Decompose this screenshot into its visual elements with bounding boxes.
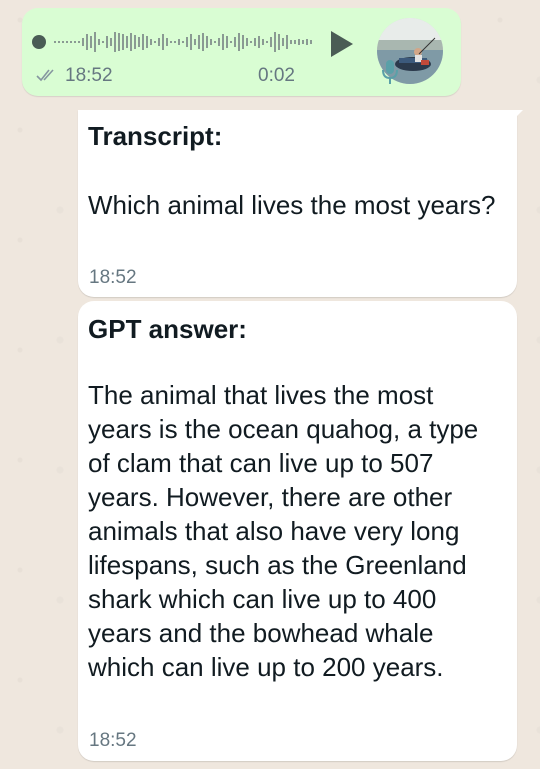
answer-text: The animal that lives the most years is … — [88, 380, 479, 682]
voice-waveform[interactable] — [50, 30, 318, 54]
voice-message-time: 18:52 — [65, 65, 113, 86]
answer-time: 18:52 — [89, 730, 137, 751]
answer-message-bubble: GPT answer: The animal that lives the mo… — [78, 301, 517, 761]
transcript-heading: Transcript: — [88, 121, 223, 151]
microphone-icon — [382, 60, 398, 84]
transcript-message-bubble: Transcript: Which animal lives the most … — [78, 110, 523, 297]
voice-message-duration: 0:02 — [258, 65, 295, 86]
transcript-time: 18:52 — [89, 267, 137, 288]
playback-position-handle[interactable] — [32, 35, 46, 49]
answer-heading: GPT answer: — [88, 314, 247, 344]
double-check-icon — [36, 69, 54, 82]
voice-message-bubble: 18:52 0:02 — [22, 8, 461, 96]
play-icon[interactable] — [325, 28, 357, 60]
transcript-text: Which animal lives the most years? — [88, 190, 496, 220]
bubble-tail — [513, 110, 523, 120]
